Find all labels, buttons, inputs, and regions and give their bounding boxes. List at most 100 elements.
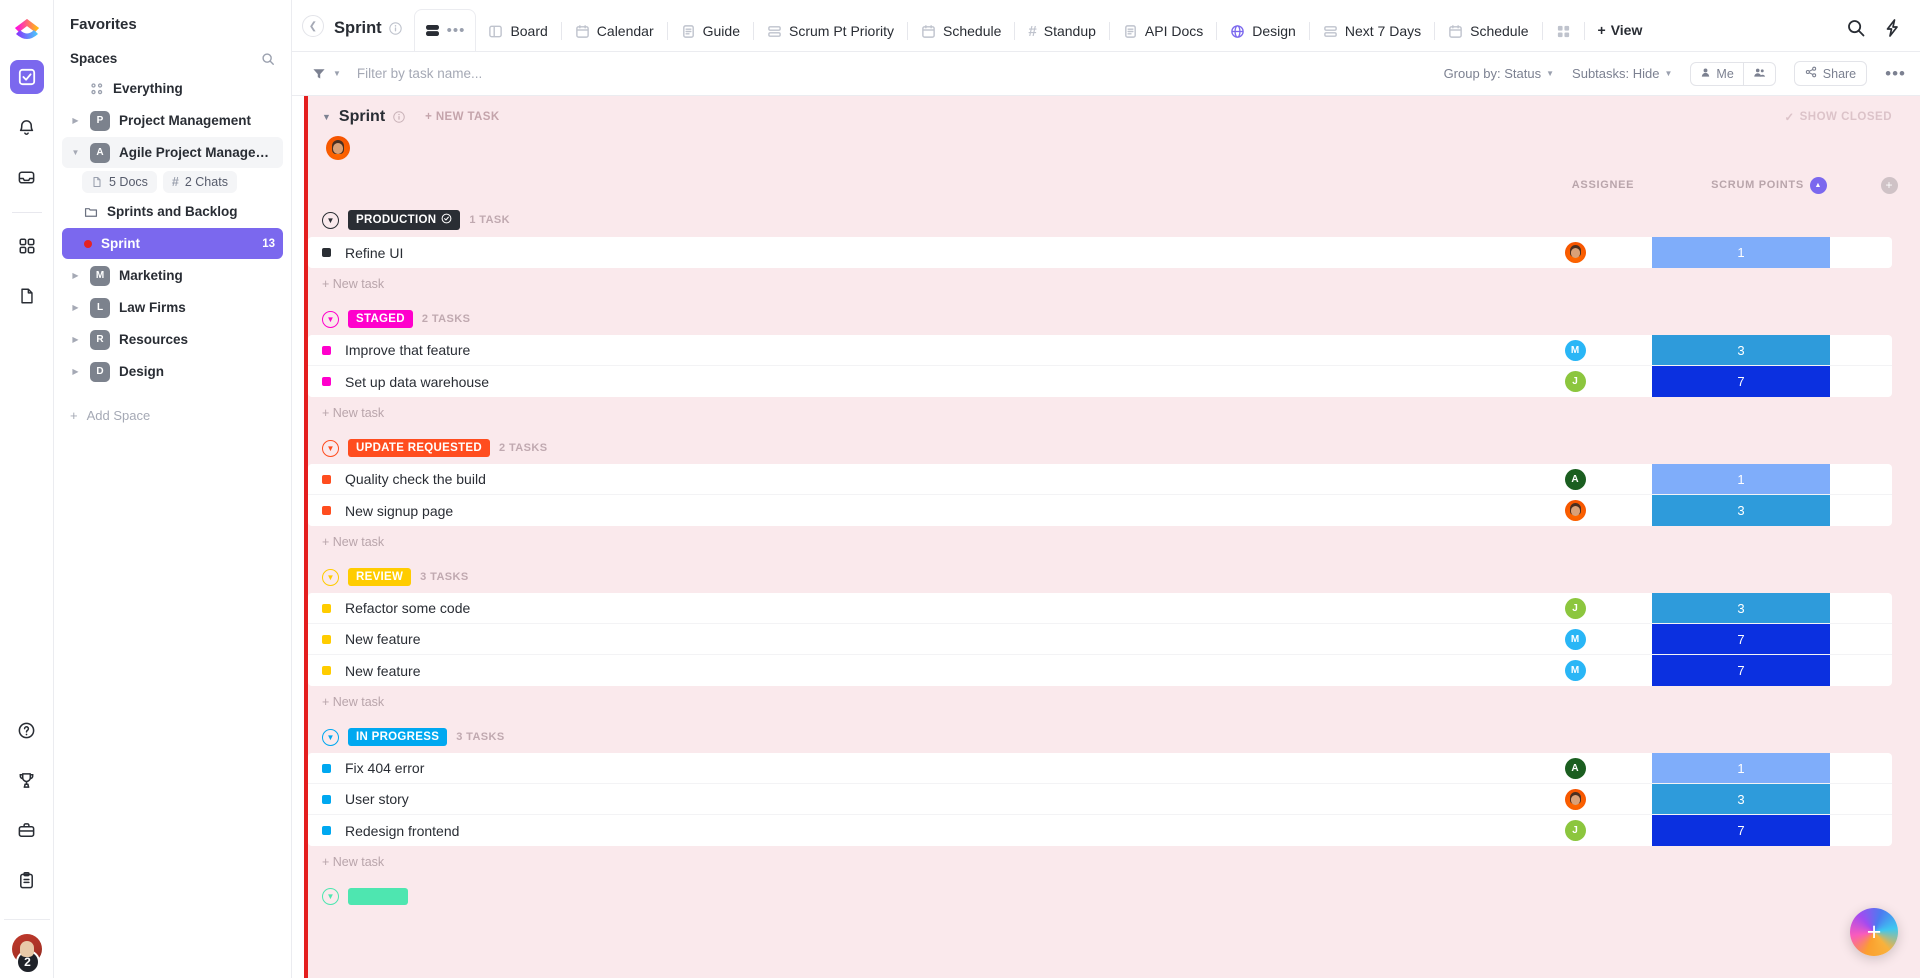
tab-schedule-1[interactable]: Schedule [909,11,1013,51]
assignee-cell[interactable]: J [1498,371,1652,392]
create-new-fab[interactable]: + [1850,908,1898,956]
clipboard-icon[interactable] [10,863,44,897]
list-owner-avatar[interactable] [326,136,350,160]
scrum-points-cell[interactable]: 7 [1652,366,1830,397]
search-input[interactable] [357,66,697,81]
sidebar-space-agile-project-management[interactable]: ▼ A Agile Project Management [62,137,283,168]
rail-item-tasks[interactable] [10,60,44,94]
scrum-points-cell[interactable]: 1 [1652,237,1830,268]
assignee-cell[interactable]: M [1498,660,1652,681]
briefcase-icon[interactable] [10,813,44,847]
column-header-scrum-points[interactable]: SCRUM POINTS ▲ [1680,177,1858,194]
column-header-assignee[interactable]: ASSIGNEE [1526,179,1680,191]
scrum-points-cell[interactable]: 3 [1652,784,1830,814]
table-row[interactable]: Fix 404 errorA1 [308,753,1892,784]
rail-item-inbox[interactable] [10,160,44,194]
search-icon[interactable] [261,52,275,66]
tab-board[interactable]: Board [476,11,559,51]
scrum-points-cell[interactable]: 1 [1652,464,1830,494]
group-collapse-toggle[interactable]: ▼ [322,311,339,328]
new-task-button[interactable]: + New task [308,686,1920,718]
group-by-control[interactable]: Group by: Status ▼ [1444,66,1554,81]
clickup-logo[interactable] [10,14,44,48]
task-name-cell[interactable]: New feature [308,663,1498,679]
assignee-cell[interactable] [1498,242,1652,263]
task-status-square-icon[interactable] [322,635,331,644]
task-name-cell[interactable]: Set up data warehouse [308,374,1498,390]
task-status-square-icon[interactable] [322,795,331,804]
rail-item-notifications[interactable] [10,110,44,144]
assignee-cell[interactable]: M [1498,340,1652,361]
table-row[interactable]: Refactor some code J 3 [308,593,1892,624]
scrum-points-cell[interactable]: 1 [1652,753,1830,783]
task-status-square-icon[interactable] [322,346,331,355]
tab-all-views[interactable] [1544,11,1583,51]
new-task-button[interactable]: + New task [308,268,1920,300]
table-row[interactable]: New signup page 3 [308,495,1892,526]
task-name-cell[interactable]: Fix 404 error [308,760,1498,776]
scrum-points-cell[interactable]: 3 [1652,495,1830,526]
status-badge[interactable]: STAGED [348,310,413,328]
sidebar-folder-sprints-and-backlog[interactable]: Sprints and Backlog [62,196,283,227]
add-space-button[interactable]: + Add Space [62,401,283,429]
chevron-right-icon[interactable]: ▶ [70,303,81,312]
docs-chip[interactable]: 5 Docs [82,171,157,193]
avatar[interactable]: M [1565,660,1586,681]
avatar[interactable]: M [1565,629,1586,650]
task-name-cell[interactable]: New feature [308,631,1498,647]
add-view-button[interactable]: + View [1586,22,1655,51]
show-closed-toggle[interactable]: ✓ SHOW CLOSED [1784,110,1892,124]
avatar[interactable]: A [1565,469,1586,490]
scrum-points-cell[interactable]: 7 [1652,624,1830,654]
scrum-points-cell[interactable]: 7 [1652,655,1830,686]
task-status-square-icon[interactable] [322,826,331,835]
table-row[interactable]: Improve that featureM3 [308,335,1892,366]
task-status-square-icon[interactable] [322,377,331,386]
assignee-cell[interactable]: J [1498,598,1652,619]
me-filter-button[interactable]: Me [1691,63,1742,85]
table-row[interactable]: Quality check the buildA1 [308,464,1892,495]
sidebar-space-law-firms[interactable]: ▶ L Law Firms [62,292,283,323]
sidebar-space-design[interactable]: ▶ D Design [62,356,283,387]
chats-chip[interactable]: # 2 Chats [163,171,237,193]
share-button[interactable]: Share [1794,61,1867,86]
sidebar-space-marketing[interactable]: ▶ M Marketing [62,260,283,291]
assignee-cell[interactable]: A [1498,469,1652,490]
tab-scrum-pt-priority[interactable]: Scrum Pt Priority [755,11,906,51]
chevron-left-icon[interactable]: ❮ [302,15,324,37]
scrum-points-cell[interactable]: 7 [1652,815,1830,846]
avatar[interactable]: J [1565,598,1586,619]
table-row[interactable]: Redesign frontendJ7 [308,815,1892,846]
people-filter-button[interactable] [1743,63,1775,85]
task-name-cell[interactable]: Refine UI [308,245,1498,261]
tab-overflow-dots[interactable]: ••• [447,22,466,39]
sidebar-item-everything[interactable]: Everything [62,73,283,104]
scrum-points-cell[interactable]: 3 [1652,593,1830,623]
chevron-right-icon[interactable]: ▶ [70,271,81,280]
tab-standup[interactable]: # Standup [1016,11,1108,51]
new-task-button[interactable]: + New task [308,526,1920,558]
group-collapse-toggle[interactable]: ▼ [322,729,339,746]
assignee-cell[interactable]: A [1498,758,1652,779]
status-badge[interactable] [348,888,408,905]
task-status-square-icon[interactable] [322,666,331,675]
info-icon[interactable] [393,111,405,123]
task-name-cell[interactable]: Improve that feature [308,342,1498,358]
task-status-square-icon[interactable] [322,604,331,613]
tab-schedule-2[interactable]: Schedule [1436,11,1540,51]
new-task-button[interactable]: + New task [308,397,1920,429]
task-status-square-icon[interactable] [322,248,331,257]
task-status-square-icon[interactable] [322,475,331,484]
task-status-square-icon[interactable] [322,506,331,515]
avatar[interactable] [1565,242,1586,263]
table-row[interactable]: User story3 [308,784,1892,815]
subtasks-control[interactable]: Subtasks: Hide ▼ [1572,66,1672,81]
group-collapse-toggle[interactable]: ▼ [322,569,339,586]
chevron-down-icon[interactable]: ▼ [333,69,341,78]
new-task-header-button[interactable]: + NEW TASK [425,111,499,123]
task-name-cell[interactable]: New signup page [308,503,1498,519]
table-row[interactable]: New feature M 7 [308,655,1892,686]
task-name-cell[interactable]: Refactor some code [308,600,1498,616]
task-status-square-icon[interactable] [322,764,331,773]
tab-api-docs[interactable]: API Docs [1111,11,1215,51]
